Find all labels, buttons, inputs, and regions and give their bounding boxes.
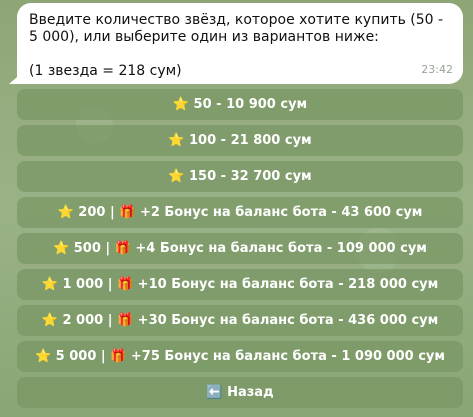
button-label: ⭐ 1 000 | 🎁 +10 Бонус на баланс бота - 2… [41,277,439,292]
button-label: ⭐ 200 | 🎁 +2 Бонус на баланс бота - 43 6… [57,205,423,220]
buy-5000-stars-button[interactable]: ⭐ 5 000 | 🎁 +75 Бонус на баланс бота - 1… [17,341,463,372]
buy-500-stars-button[interactable]: ⭐ 500 | 🎁 +4 Бонус на баланс бота - 109 … [17,233,463,264]
back-button[interactable]: ⬅️ Назад [17,377,463,408]
buy-200-stars-button[interactable]: ⭐ 200 | 🎁 +2 Бонус на баланс бота - 43 6… [17,197,463,228]
buy-1000-stars-button[interactable]: ⭐ 1 000 | 🎁 +10 Бонус на баланс бота - 2… [17,269,463,300]
buy-2000-stars-button[interactable]: ⭐ 2 000 | 🎁 +30 Бонус на баланс бота - 4… [17,305,463,336]
button-label: ⭐ 150 - 32 700 сум [168,169,312,184]
buy-100-stars-button[interactable]: ⭐ 100 - 21 800 сум [17,125,463,156]
inline-keyboard: ⭐ 50 - 10 900 сум ⭐ 100 - 21 800 сум ⭐ 1… [17,89,463,413]
button-label: ⭐ 500 | 🎁 +4 Бонус на баланс бота - 109 … [53,241,427,256]
button-label: ⭐ 50 - 10 900 сум [172,97,308,112]
button-label: ⭐ 2 000 | 🎁 +30 Бонус на баланс бота - 4… [41,313,439,328]
bot-message: Введите количество звёзд, которое хотите… [17,3,463,84]
message-time: 23:42 [421,63,453,76]
button-label: ⬅️ Назад [206,385,274,400]
buy-150-stars-button[interactable]: ⭐ 150 - 32 700 сум [17,161,463,192]
button-label: ⭐ 5 000 | 🎁 +75 Бонус на баланс бота - 1… [34,349,446,364]
message-text: Введите количество звёзд, которое хотите… [29,12,444,79]
button-label: ⭐ 100 - 21 800 сум [168,133,312,148]
buy-50-stars-button[interactable]: ⭐ 50 - 10 900 сум [17,89,463,120]
